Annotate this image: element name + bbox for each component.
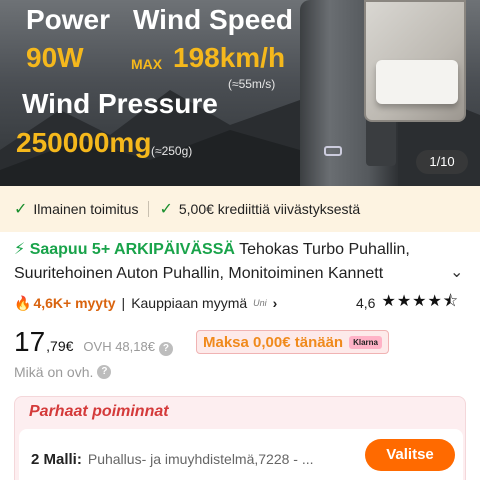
chevron-right-icon[interactable]: › <box>273 295 278 311</box>
select-button[interactable]: Valitse <box>365 439 455 471</box>
product-title[interactable]: ⚡ Saapuu 5+ ARKIPÄIVÄSSÄ Tehokas Turbo P… <box>14 238 434 286</box>
divider: | <box>121 295 126 311</box>
variant-label: 2 Malli: <box>31 450 82 468</box>
title-line-1: Tehokas Turbo Puhallin, <box>239 241 410 258</box>
wind-speed-value: 198km/h <box>173 42 286 73</box>
rating[interactable]: 4,6 ★★★★⯪ <box>356 292 459 314</box>
seller-link[interactable]: Kauppiaan myymä <box>131 295 247 311</box>
wind-pressure-sub: (≈250g) <box>151 144 193 158</box>
price-integer: 17 <box>14 326 46 357</box>
price-row: 17 ,79€ OVH 48,18€ ? <box>14 326 173 358</box>
pay-today-text: Maksa 0,00€ tänään <box>203 333 344 351</box>
ovh-note-text: Mikä on ovh. <box>14 364 94 380</box>
divider <box>148 201 150 217</box>
credit-perk[interactable]: ✓ 5,00€ krediittiä viivästyksestä <box>159 199 360 219</box>
klarna-logo: Klarna <box>349 335 382 349</box>
product-image-carousel[interactable]: Power Wind Speed 90W MAX 198km/h (≈55m/s… <box>0 0 480 186</box>
star-rating-icon: ★★★★⯪ <box>381 292 459 310</box>
info-icon[interactable]: ? <box>97 365 112 379</box>
seller-tag: Uni <box>253 298 267 308</box>
best-picks-section: Parhaat poiminnat 2 Malli: Puhallus- ja … <box>14 396 466 480</box>
title-line-2: Suuritehoinen Auton Puhallin, Monitoimin… <box>14 265 384 282</box>
check-icon: ✓ <box>14 201 28 218</box>
power-label: Power <box>26 4 111 35</box>
wind-speed-max: MAX <box>131 56 163 72</box>
rating-value: 4,6 <box>356 295 376 311</box>
ovh-note[interactable]: Mikä on ovh. ? <box>14 364 112 380</box>
klarna-pay-badge[interactable]: Maksa 0,00€ tänään Klarna <box>196 330 389 354</box>
variant-value: Puhallus- ja imuyhdistelmä,7228 - ... <box>87 451 314 467</box>
info-icon[interactable]: ? <box>158 342 173 356</box>
perks-bar[interactable]: ✓ Ilmainen toimitus ✓ 5,00€ krediittiä v… <box>0 186 480 232</box>
wind-speed-label: Wind Speed <box>133 4 293 35</box>
inset-product-image <box>364 0 466 122</box>
fire-icon: 🔥 <box>14 294 32 311</box>
usb-port-icon <box>324 146 342 156</box>
best-picks-title: Parhaat poiminnat <box>29 403 169 420</box>
wind-speed-sub: (≈55m/s) <box>228 77 276 91</box>
power-value: 90W <box>26 42 84 73</box>
delivery-badge: Saapuu 5+ ARKIPÄIVÄSSÄ <box>29 241 235 258</box>
variant-row[interactable]: 2 Malli: Puhallus- ja imuyhdistelmä,7228… <box>19 429 463 480</box>
credit-text: 5,00€ krediittiä viivästyksestä <box>178 201 361 217</box>
old-price: OVH 48,18€ <box>83 339 155 354</box>
sold-count: 4,6K+ myyty <box>33 295 116 311</box>
price-decimal: ,79€ <box>46 338 74 354</box>
free-shipping-perk[interactable]: ✓ Ilmainen toimitus <box>14 199 138 219</box>
free-shipping-text: Ilmainen toimitus <box>33 201 139 217</box>
wind-pressure-value: 250000mg <box>16 127 152 158</box>
white-blower-image <box>376 60 458 104</box>
lightning-icon: ⚡ <box>14 241 26 258</box>
wind-pressure-label: Wind Pressure <box>22 88 218 119</box>
sales-row: 🔥 4,6K+ myyty | Kauppiaan myymä Uni › <box>14 292 277 314</box>
chevron-down-icon[interactable]: ⌄ <box>450 262 463 282</box>
image-counter: 1/10 <box>416 150 468 174</box>
check-icon: ✓ <box>159 201 173 218</box>
